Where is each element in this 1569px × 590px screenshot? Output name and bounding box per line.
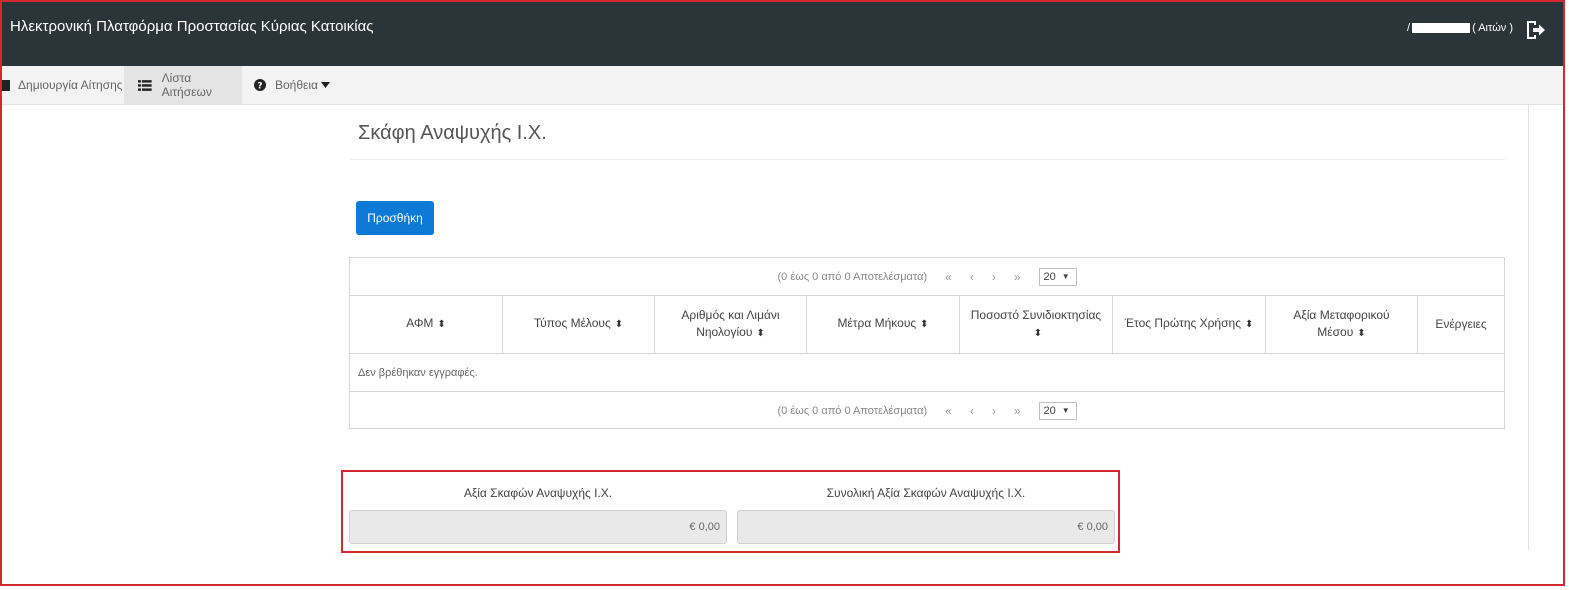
sort-icon: ⬍ [1033,327,1043,339]
main-navbar: Δημιουργία Αίτησης Λίστα Αιτήσεων ? Βοήθ… [2,66,1565,105]
pager-report: (0 έως 0 από 0 Αποτελέσματα) [777,270,928,283]
value-field: € 0,00 [349,510,727,544]
nav-help-label: Βοήθεια [275,78,318,92]
rows-per-page-value: 20 [1043,270,1056,283]
column-header[interactable]: Μέτρα Μήκους ⬍ [806,295,960,354]
value-label: Αξία Σκαφών Αναψυχής Ι.Χ. [463,486,613,500]
sign-out-icon[interactable] [1523,18,1547,42]
user-role: ( Αιτών ) [1472,22,1513,34]
page-title: Σκάφη Αναψυχής Ι.Χ. [358,122,547,144]
pager-next-button[interactable]: › [992,270,996,284]
nav-create-application[interactable]: Δημιουργία Αίτησης [2,66,124,104]
pager-bottom: (0 έως 0 από 0 Αποτελέσματα) « ‹ › » 20 … [350,391,1504,429]
pager-last-button[interactable]: » [1014,404,1021,418]
pager-top: (0 έως 0 από 0 Αποτελέσματα) « ‹ › » 20 … [350,258,1504,296]
svg-text:?: ? [257,81,262,91]
file-icon [2,79,10,91]
summary-highlight-box: Αξία Σκαφών Αναψυχής Ι.Χ. € 0,00 Συνολικ… [341,470,1120,553]
column-header[interactable]: ΑΦΜ ⬍ [350,295,503,354]
column-header: Ενέργειες [1417,295,1504,354]
pager-first-button[interactable]: « [945,270,952,284]
sort-icon: ⬍ [614,319,624,330]
empty-message: Δεν βρέθηκαν εγγραφές. [358,367,478,379]
data-table-container: (0 έως 0 από 0 Αποτελέσματα) « ‹ › » 20 … [349,257,1505,429]
caret-down-icon [320,82,330,88]
user-info[interactable]: / ( Αιτών ) [1407,22,1513,34]
column-header[interactable]: Τύπος Μέλους ⬍ [502,295,655,354]
column-header[interactable]: Αξία Μεταφορικού Μέσου ⬍ [1265,295,1418,354]
table-row: Δεν βρέθηκαν εγγραφές. [350,354,1504,393]
column-header[interactable]: Ποσοστό Συνιδιοκτησίας ⬍ [959,295,1113,354]
rows-per-page-value: 20 [1043,404,1056,417]
top-header: Ηλεκτρονική Πλατφόρμα Προστασίας Κύριας … [2,2,1565,66]
select-caret-icon: ▼ [1061,272,1070,281]
column-header[interactable]: Αριθμός και Λιμάνι Νηολογίου ⬍ [654,295,807,354]
question-circle-icon: ? [254,79,266,91]
sort-icon: ⬍ [1244,319,1254,330]
sort-icon: ⬍ [920,319,929,330]
nav-list-label: Λίστα Αιτήσεων [161,71,212,99]
nav-help-dropdown[interactable]: ? Βοήθεια [254,66,330,104]
total-label: Συνολική Αξία Σκαφών Αναψυχής Ι.Χ. [826,486,1026,500]
column-header[interactable]: Έτος Πρώτης Χρήσης ⬍ [1112,295,1266,354]
list-icon [138,79,152,91]
pager-first-button[interactable]: « [945,404,952,418]
rows-per-page-select[interactable]: 20 ▼ [1038,267,1077,286]
nav-applications-list[interactable]: Λίστα Αιτήσεων [124,66,242,104]
sort-icon: ⬍ [756,327,765,339]
redacted-username [1412,23,1471,33]
nav-create-label: Δημιουργία Αίτησης [18,78,123,92]
total-field: € 0,00 [737,510,1115,544]
rows-per-page-select[interactable]: 20 ▼ [1038,401,1077,420]
sort-icon: ⬍ [1357,327,1366,339]
sort-icon: ⬍ [437,319,446,330]
data-table: ΑΦΜ ⬍ Τύπος Μέλους ⬍ Αριθμός και Λιμάνι Νη… [350,295,1504,392]
pager-last-button[interactable]: » [1014,270,1021,284]
pager-next-button[interactable]: › [992,404,996,418]
pager-report: (0 έως 0 από 0 Αποτελέσματα) [777,404,928,417]
add-button[interactable]: Προσθήκη [356,201,434,235]
content-divider [1528,104,1529,550]
pager-prev-button[interactable]: ‹ [970,270,974,284]
select-caret-icon: ▼ [1061,406,1070,415]
pager-prev-button[interactable]: ‹ [970,404,974,418]
app-title: Ηλεκτρονική Πλατφόρμα Προστασίας Κύριας … [10,18,374,35]
user-prefix: / [1407,22,1411,34]
title-divider [350,159,1505,160]
